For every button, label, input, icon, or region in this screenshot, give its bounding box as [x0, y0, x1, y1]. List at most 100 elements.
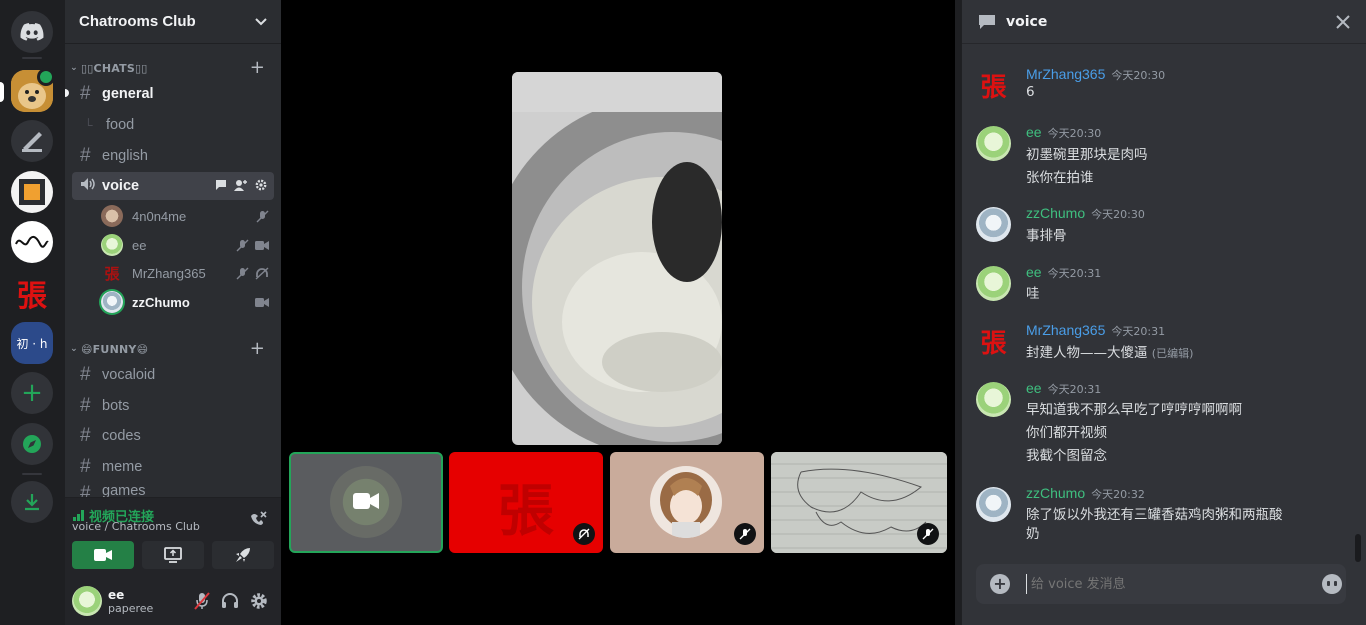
server-zhang-icon[interactable]: 張: [11, 272, 53, 314]
channel-sidebar: Chatrooms Club ⌄ ▯▯CHATS▯▯ + # general └…: [65, 0, 281, 625]
user-name[interactable]: ee: [108, 588, 124, 602]
voice-user-ee[interactable]: ee: [101, 232, 273, 258]
channel-english[interactable]: # english: [72, 142, 274, 170]
voice-user-zzchumo[interactable]: zzChumo: [101, 289, 273, 315]
channel-codes[interactable]: # codes: [72, 422, 274, 450]
message-text: 张你在拍谁: [1026, 170, 1094, 186]
category-funny[interactable]: ⌄ 😄FUNNY😄 +: [65, 338, 281, 359]
server-chu-folder[interactable]: 初 · h: [11, 322, 53, 364]
video-tile-zzchumo[interactable]: [771, 452, 947, 553]
guild-header[interactable]: Chatrooms Club: [65, 0, 281, 44]
author-name[interactable]: ee: [1026, 264, 1042, 280]
deafened-headset-icon: [255, 266, 269, 280]
video-camera-icon: [94, 549, 112, 561]
author-name[interactable]: MrZhang365: [1026, 322, 1105, 338]
channel-label: food: [106, 117, 135, 133]
chat-header: voice: [962, 0, 1366, 44]
channel-label: meme: [102, 459, 143, 475]
voice-user-mrzhang365[interactable]: 張 MrZhang365: [101, 260, 273, 286]
channel-vocaloid[interactable]: # vocaloid: [72, 361, 274, 389]
channel-bots[interactable]: # bots: [72, 392, 274, 420]
chevron-down-icon: ⌄: [70, 63, 78, 73]
screen-share-button[interactable]: [142, 541, 204, 569]
activities-button[interactable]: [212, 541, 274, 569]
mute-button[interactable]: [194, 592, 210, 614]
connection-location[interactable]: voice / Chatrooms Club: [72, 520, 200, 533]
edited-marker: (已编辑): [1151, 347, 1194, 360]
message-text: 我截个图留念: [1026, 448, 1107, 464]
message-text: 早知道我不那么早吃了哼哼哼啊啊啊: [1026, 402, 1242, 418]
speaker-icon: [80, 175, 100, 197]
download-apps-icon[interactable]: [11, 481, 53, 523]
message-text: 你们都开视频: [1026, 425, 1107, 441]
server-signature-icon[interactable]: [11, 221, 53, 263]
attach-plus-icon[interactable]: +: [990, 574, 1010, 594]
emoji-picker-icon[interactable]: [1322, 574, 1342, 594]
text-channel-icon: #: [80, 456, 91, 477]
channel-meme[interactable]: # meme: [72, 453, 274, 481]
explore-compass-icon[interactable]: [11, 423, 53, 465]
gear-icon[interactable]: [255, 179, 267, 191]
add-channel-icon[interactable]: +: [250, 338, 265, 359]
author-avatar[interactable]: [976, 126, 1011, 161]
author-avatar[interactable]: [976, 266, 1011, 301]
discord-home-icon[interactable]: [11, 11, 53, 53]
message-text: 初墨碗里那块是肉吗: [1026, 147, 1148, 163]
voice-user-4n0n4me[interactable]: 4n0n4me: [101, 203, 273, 229]
timestamp: 今天20:31: [1111, 325, 1166, 338]
avatar: [101, 234, 123, 256]
rail-separator: [22, 57, 42, 59]
close-icon[interactable]: [1335, 14, 1351, 34]
channel-games[interactable]: # games: [72, 483, 274, 497]
user-panel: ee paperee: [65, 577, 281, 625]
channel-voice[interactable]: voice: [72, 172, 274, 200]
focused-video-stream[interactable]: [512, 72, 722, 445]
author-name[interactable]: zzChumo: [1026, 485, 1085, 501]
chat-title: voice: [1006, 13, 1048, 30]
voice-text-chat: voice 張 MrZhang365 今天20:30 6 ee 今天20:30 初墨…: [961, 0, 1366, 625]
camera-toggle-button[interactable]: [72, 541, 134, 569]
timestamp: 今天20:31: [1047, 383, 1102, 396]
user-settings-button[interactable]: [250, 592, 268, 614]
rail-separator-2: [22, 473, 42, 475]
message-input[interactable]: [1026, 574, 1296, 594]
channel-label: voice: [102, 178, 140, 194]
chat-bubble-icon[interactable]: [215, 179, 227, 191]
author-avatar[interactable]: [976, 382, 1011, 417]
author-avatar[interactable]: 張: [976, 324, 1011, 359]
video-tile-4n0n4me[interactable]: [610, 452, 764, 553]
video-tile-ee[interactable]: [289, 452, 443, 553]
thread-food[interactable]: └ food: [72, 111, 274, 139]
invite-member-icon[interactable]: [234, 179, 248, 191]
muted-mic-icon: [256, 210, 269, 222]
author-name[interactable]: ee: [1026, 124, 1042, 140]
deafened-badge-icon: [573, 523, 595, 545]
author-name[interactable]: ee: [1026, 380, 1042, 396]
avatar: 張: [104, 264, 120, 283]
add-server-icon[interactable]: +: [11, 372, 53, 414]
deafen-button[interactable]: [221, 592, 239, 613]
author-avatar[interactable]: [976, 487, 1011, 522]
message-text: 哇: [1026, 286, 1040, 302]
chat-scrollbar[interactable]: [1355, 534, 1361, 562]
rocket-icon: [236, 548, 250, 562]
video-tile-mrzhang365[interactable]: 張: [449, 452, 603, 553]
category-chats[interactable]: ⌄ ▯▯CHATS▯▯ +: [65, 57, 281, 78]
user-avatar[interactable]: [72, 586, 102, 616]
author-name[interactable]: MrZhang365: [1026, 66, 1105, 82]
channel-label: games: [102, 483, 146, 497]
server-edit-icon[interactable]: [11, 120, 53, 162]
timestamp: 今天20:31: [1047, 267, 1102, 280]
add-channel-icon[interactable]: +: [250, 57, 265, 78]
disconnect-icon[interactable]: [249, 510, 267, 530]
channel-general[interactable]: # general: [72, 80, 274, 108]
muted-badge-icon: [917, 523, 939, 545]
server-square-icon[interactable]: [11, 171, 53, 213]
author-avatar[interactable]: [976, 207, 1011, 242]
text-channel-icon: #: [80, 483, 91, 497]
author-avatar[interactable]: 張: [976, 68, 1011, 103]
text-channel-icon: #: [80, 364, 91, 385]
author-name[interactable]: zzChumo: [1026, 205, 1085, 221]
muted-mic-icon: [236, 267, 249, 279]
message-text: 封建人物——大傻逼 (已编辑): [1026, 345, 1194, 361]
